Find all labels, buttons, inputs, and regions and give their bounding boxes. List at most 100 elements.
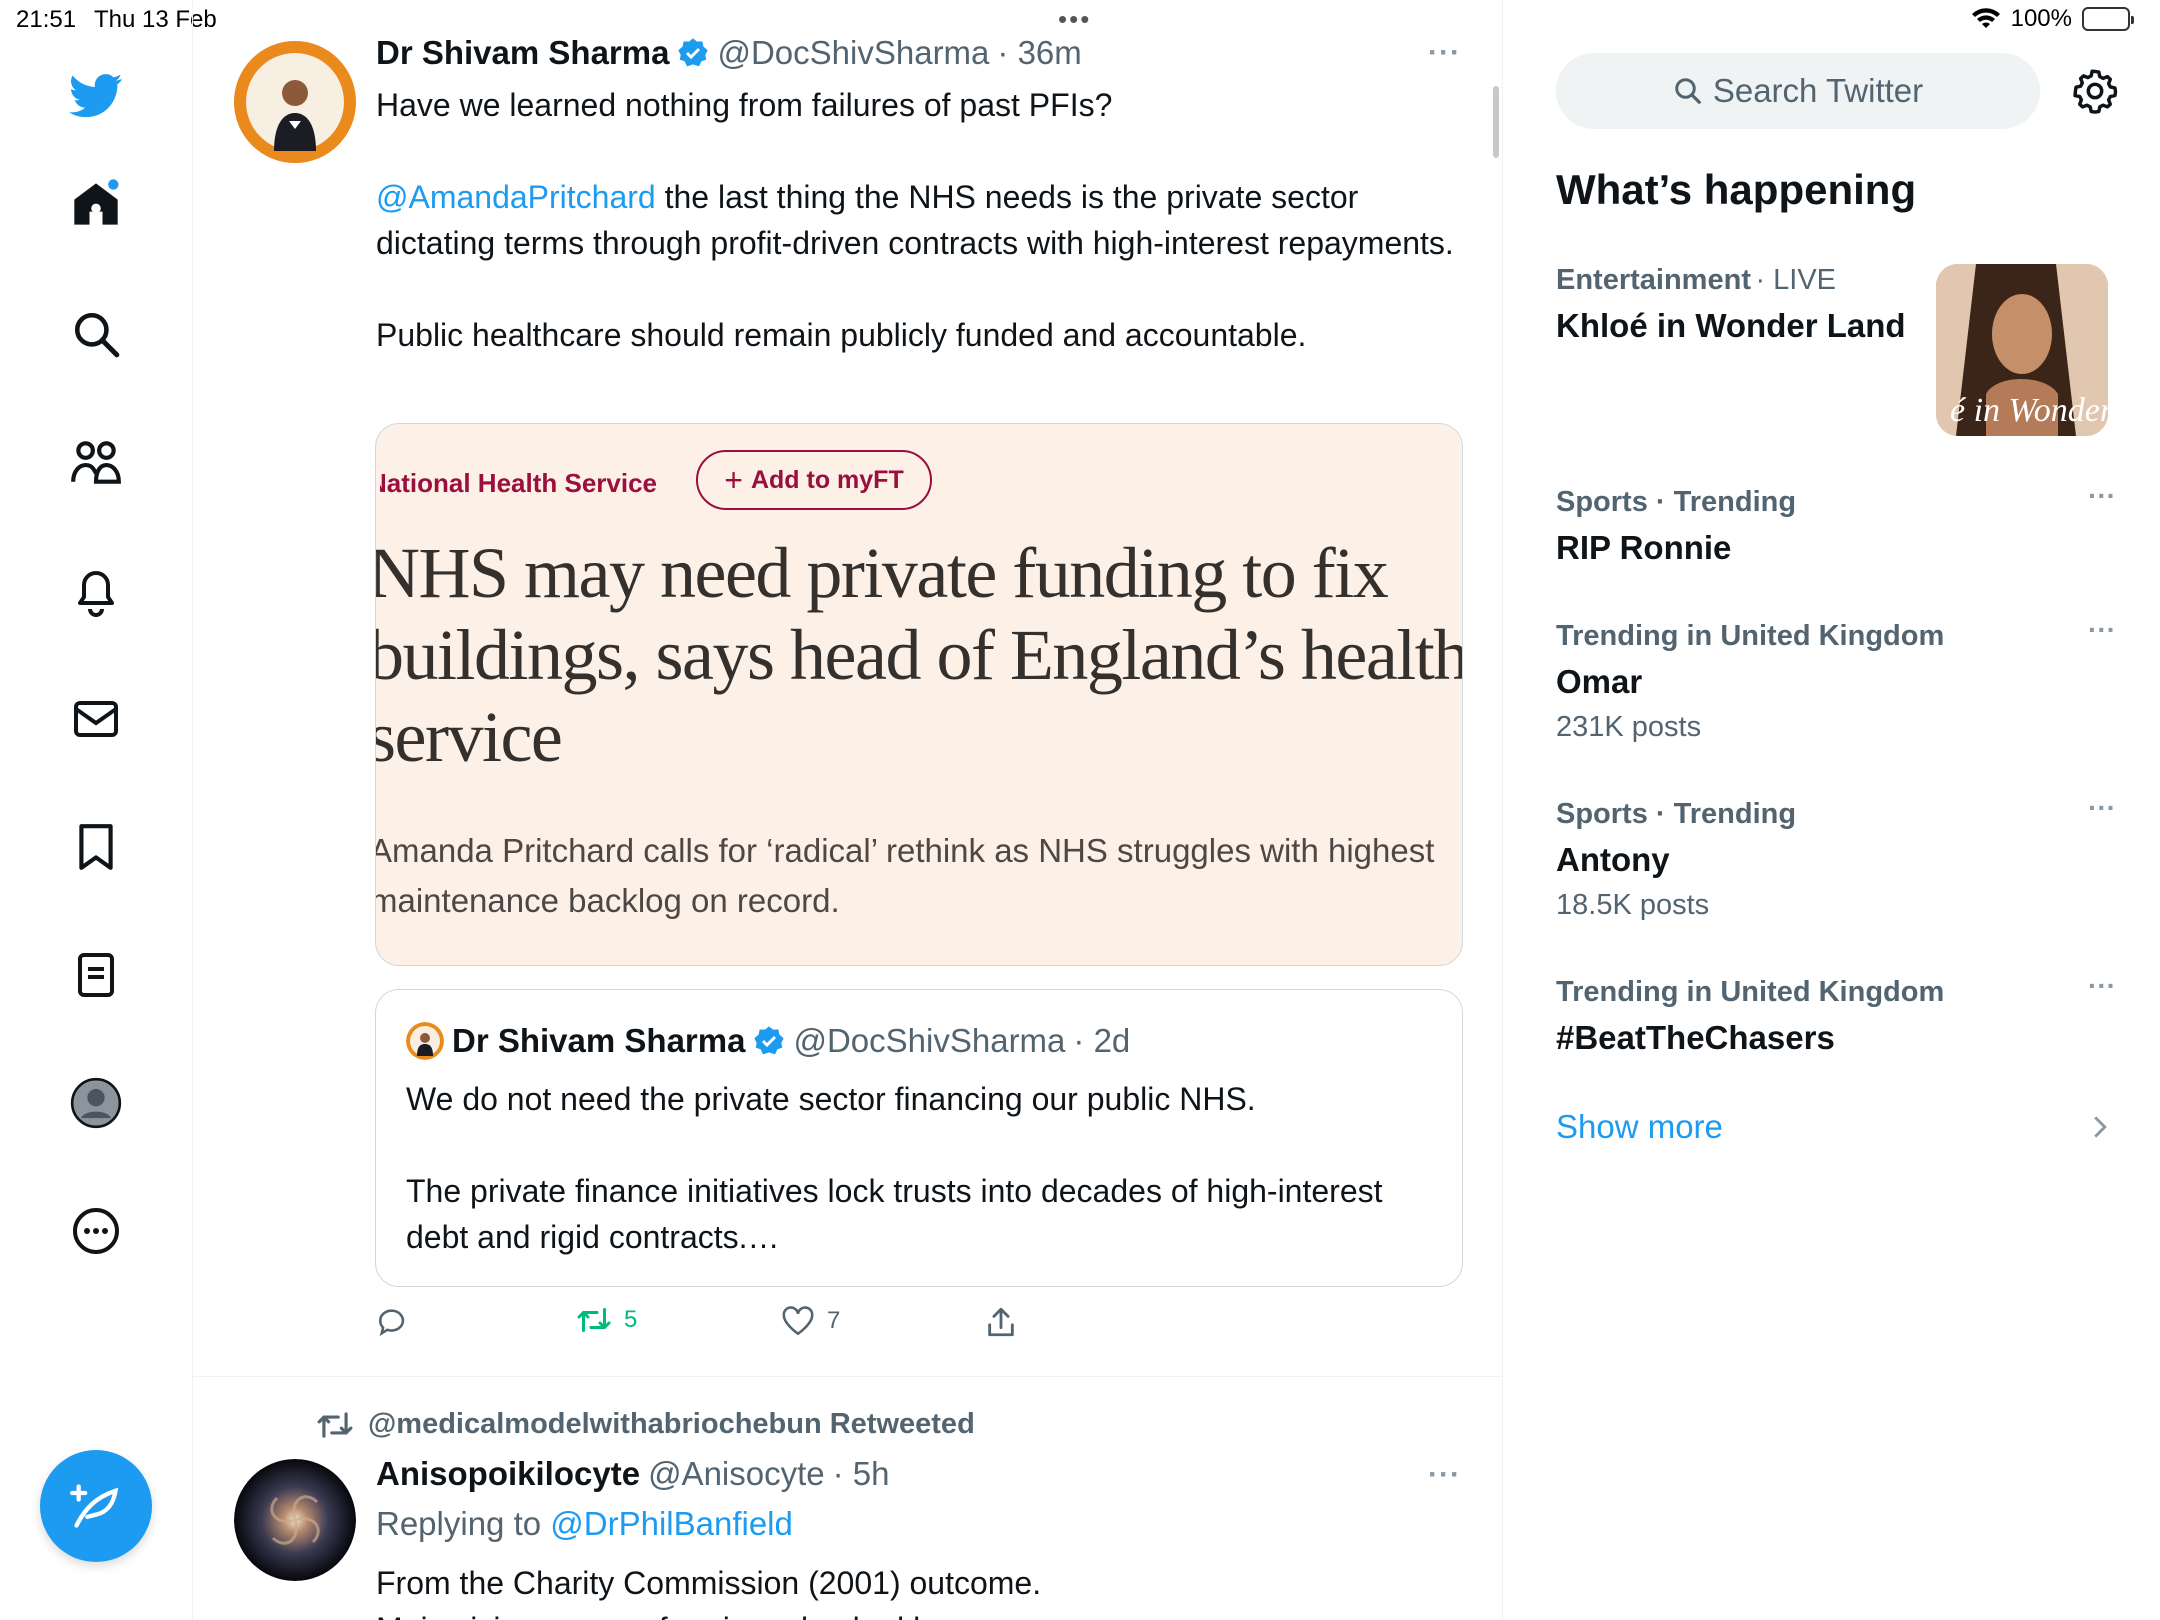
tweet-body: Have we learned nothing from failures of… [376,82,1466,358]
trend-category: Sports · Trending [1556,798,1797,830]
search-placeholder: Search Twitter [1712,72,1924,109]
trend-title: Omar [1556,663,1643,700]
tweet2-header: Anisopoikilocyte @Anisocyte · 5h [376,1455,890,1493]
trend-category: Sports · Trending [1556,486,1797,518]
replying-prefix: Replying to [376,1505,551,1542]
communities-icon[interactable] [66,433,126,493]
compose-feather-icon [70,1480,122,1532]
quote-line-1: We do not need the private sector financ… [406,1081,1256,1117]
share-icon [985,1305,1017,1339]
multitasking-dots-icon[interactable]: ••• [1058,4,1091,35]
mention-link[interactable]: @AmandaPritchard [376,179,656,215]
like-count: 7 [827,1307,841,1334]
trend-count: 18.5K posts [1556,889,1710,921]
featured-live: · LIVE [1755,264,1837,296]
status-date: Thu 13 Feb [94,6,217,33]
tweet2-time[interactable]: · 5h [833,1455,890,1493]
trend-more-icon[interactable]: ··· [2088,614,2116,646]
trend-category: Trending in United Kingdom [1556,976,1945,1008]
share-button[interactable] [985,1305,1017,1339]
quote-author-handle: @DocShivSharma [793,1022,1066,1059]
chevron-right-icon [2092,1114,2108,1140]
replying-to: Replying to @DrPhilBanfield [376,1505,793,1543]
replying-mention[interactable]: @DrPhilBanfield [550,1505,793,1542]
tweet-time[interactable]: · 36m [997,34,1081,72]
home-icon[interactable] [66,174,126,234]
trend-title: RIP Ronnie [1556,529,1732,566]
card-headline: NHS may need private funding to fix buil… [375,533,1463,777]
battery-percent: 100% [2010,5,2072,32]
wifi-icon [1971,8,2001,30]
compose-tweet-button[interactable] [40,1450,152,1562]
trend-more-icon[interactable]: ··· [2088,792,2116,824]
link-card[interactable]: National Health Service + Add to myFT NH… [375,423,1463,966]
more-icon[interactable] [66,1201,126,1261]
status-time: 21:51 [16,6,77,33]
author-handle[interactable]: @DocShivSharma [717,34,989,72]
plus-icon: + [724,461,743,498]
tweet2-author-name[interactable]: Anisopoikilocyte [376,1455,640,1493]
tweet2-author-handle[interactable]: @Anisocyte [648,1455,825,1493]
retweet-icon [576,1305,612,1335]
show-more-link[interactable]: Show more [1556,1108,2108,1146]
card-section: National Health Service [375,468,657,498]
avatar-2[interactable] [234,1459,356,1581]
trend-item[interactable]: Trending in United Kingdom Omar 231K pos… [1556,614,2116,744]
trend-more-icon[interactable]: ··· [2088,480,2116,512]
sidebar-divider [1502,0,1503,1620]
featured-image[interactable]: é in Wonder L [1936,264,2108,436]
quoted-tweet[interactable]: Dr Shivam Sharma @DocShivSharma · 2d We … [375,989,1463,1287]
quote-line-2: The private finance initiatives lock tru… [406,1173,1383,1255]
battery-icon [2082,7,2134,31]
left-nav [0,40,192,1620]
bookmarks-icon[interactable] [66,817,126,877]
status-right: 100% [1971,5,2134,33]
lists-icon[interactable] [66,945,126,1005]
profile-icon[interactable] [66,1073,126,1133]
retweet-button[interactable]: 5 [576,1305,637,1335]
trend-category: Trending in United Kingdom [1556,620,1945,652]
trend-title: Antony [1556,841,1670,878]
search-twitter-input[interactable]: Search Twitter [1556,53,2040,129]
twitter-logo-icon[interactable] [66,66,126,126]
tweet2-line-1: From the Charity Commission (2001) outco… [376,1565,1042,1601]
tweet2-body: From the Charity Commission (2001) outco… [376,1560,1476,1620]
trend-item[interactable]: Sports · Trending RIP Ronnie ··· [1556,480,2116,567]
search-icon [1673,76,1703,106]
like-button[interactable]: 7 [781,1305,840,1337]
quote-time: · 2d [1073,1022,1131,1059]
trend-title: #BeatTheChasers [1556,1019,1835,1056]
messages-icon[interactable] [66,689,126,749]
featured-image-caption: é in Wonder L [1950,392,2108,429]
tweet2-more-icon[interactable]: ··· [1428,1458,1461,1492]
tweet-paragraph-2: @AmandaPritchard the last thing the NHS … [376,174,1466,266]
featured-category: Entertainment [1556,264,1751,296]
author-name[interactable]: Dr Shivam Sharma [376,34,669,72]
quote-author-name: Dr Shivam Sharma [452,1022,746,1059]
retweeted-by[interactable]: @medicalmodelwithabriochebun Retweeted [368,1408,975,1441]
quote-header: Dr Shivam Sharma @DocShivSharma · 2d [406,1022,1130,1060]
tweet-line-1: Have we learned nothing from failures of… [376,87,1113,123]
tweet2-line-2: Main vicious arms of regimen backed by o… [376,1606,1476,1620]
avatar[interactable] [234,41,356,163]
trend-item[interactable]: Sports · Trending Antony 18.5K posts ··· [1556,792,2116,922]
add-to-myft-button[interactable]: + Add to myFT [696,450,932,510]
trend-item[interactable]: Trending in United Kingdom #BeatTheChase… [1556,970,2116,1057]
search-icon[interactable] [66,304,126,364]
tweet-line-3: Public healthcare should remain publicly… [376,317,1307,353]
add-to-myft-label: Add to myFT [750,465,904,494]
tweet-separator [193,1376,1502,1377]
reply-button[interactable] [376,1305,410,1339]
whats-happening-heading: What’s happening [1556,166,1917,213]
notifications-icon[interactable] [66,561,126,621]
verified-badge-icon [753,1025,785,1057]
retweet-context: @medicalmodelwithabriochebun Retweeted [316,1408,975,1441]
verified-badge-icon [677,37,709,69]
settings-gear-icon[interactable] [2072,68,2118,114]
tweet-more-icon[interactable]: ··· [1428,36,1461,70]
show-more-label: Show more [1556,1108,1723,1145]
reply-icon [376,1305,410,1339]
retweet-count: 5 [624,1306,638,1333]
trend-more-icon[interactable]: ··· [2088,970,2116,1002]
trend-count: 231K posts [1556,711,1702,743]
